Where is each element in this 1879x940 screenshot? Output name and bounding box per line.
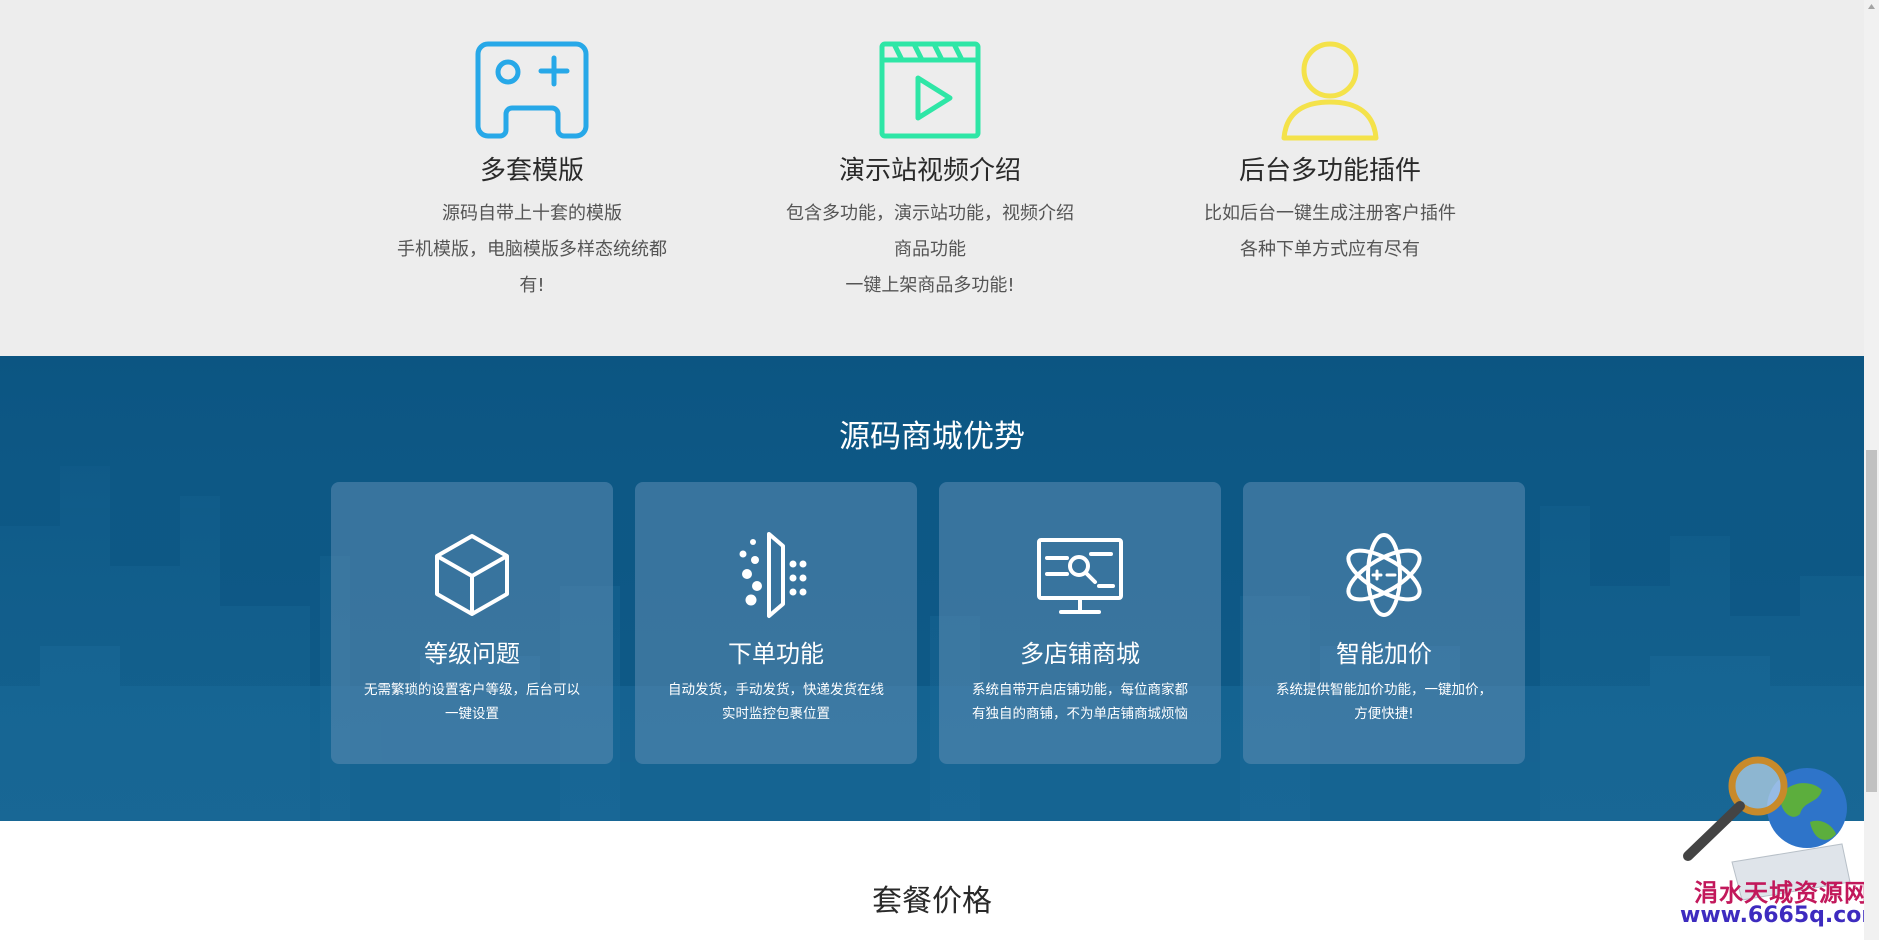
advantage-card-smart-pricing: 智能加价 系统提供智能加价功能，一键加价， 方便快捷! [1243, 482, 1525, 764]
monitor-icon [1037, 538, 1123, 614]
card-line: 有独自的商铺，不为单店铺商城烦恼 [972, 706, 1188, 722]
video-clapper-icon [879, 41, 981, 139]
card-title: 智能加价 [1336, 640, 1432, 668]
card-line: 一键设置 [445, 706, 499, 722]
card-line: 系统提供智能加价功能，一键加价， [1276, 682, 1492, 698]
card-description: 系统自带开启店铺功能，每位商家都 有独自的商铺，不为单店铺商城烦恼 [959, 678, 1201, 726]
cube-icon [435, 534, 509, 616]
features-section: 多套模版 源码自带上十套的模版 手机模版，电脑模版多样态统统都 有! 演示站视频… [0, 0, 1864, 356]
feature-title: 后台多功能插件 [1238, 156, 1421, 186]
advantages-title: 源码商城优势 [839, 419, 1025, 455]
user-icon [1281, 41, 1379, 141]
feature-title: 多套模版 [479, 156, 584, 186]
feature-line: 包含多功能，演示站功能，视频介绍 [786, 203, 1074, 224]
feature-line: 各种下单方式应有尽有 [1240, 239, 1420, 260]
feature-line: 有! [519, 275, 545, 296]
scroll-up-arrow-icon[interactable] [1864, 0, 1879, 15]
card-line: 实时监控包裹位置 [722, 706, 830, 722]
card-description: 无需繁琐的设置客户等级，后台可以 一键设置 [351, 678, 593, 726]
feature-line: 商品功能 [894, 239, 966, 260]
advantage-card-level: 等级问题 无需繁琐的设置客户等级，后台可以 一键设置 [331, 482, 613, 764]
feature-line: 源码自带上十套的模版 [442, 203, 622, 224]
card-line: 系统自带开启店铺功能，每位商家都 [972, 682, 1188, 698]
card-line: 自动发货，手动发货，快递发货在线 [668, 682, 884, 698]
pricing-title: 套餐价格 [872, 884, 992, 919]
feature-line: 比如后台一键生成注册客户插件 [1204, 203, 1456, 224]
card-line: 方便快捷! [1354, 706, 1414, 722]
card-line: 无需繁琐的设置客户等级，后台可以 [364, 682, 580, 698]
feature-description: 包含多功能，演示站功能，视频介绍 商品功能 一键上架商品多功能! [770, 196, 1090, 304]
atom-icon [1346, 533, 1422, 617]
feature-description: 源码自带上十套的模版 手机模版，电脑模版多样态统统都 有! [372, 196, 692, 304]
advantage-card-multistore: 多店铺商城 系统自带开启店铺功能，每位商家都 有独自的商铺，不为单店铺商城烦恼 [939, 482, 1221, 764]
feature-title: 演示站视频介绍 [838, 156, 1021, 186]
gamepad-icon [475, 41, 589, 139]
watermark-url: www.6665q.com [1680, 903, 1879, 928]
card-description: 自动发货，手动发货，快递发货在线 实时监控包裹位置 [655, 678, 897, 726]
scrollbar-thumb[interactable] [1866, 450, 1877, 792]
advantages-section: 源码商城优势 等级问题 无需繁琐的设置客户等级，后台可以 一键设置 下单功能 自… [0, 356, 1864, 821]
card-title: 多店铺商城 [1020, 640, 1140, 668]
advantage-card-order: 下单功能 自动发货，手动发货，快递发货在线 实时监控包裹位置 [635, 482, 917, 764]
feature-description: 比如后台一键生成注册客户插件 各种下单方式应有尽有 [1170, 196, 1490, 268]
card-description: 系统提供智能加价功能，一键加价， 方便快捷! [1263, 678, 1505, 726]
vertical-scrollbar[interactable] [1864, 0, 1879, 940]
feature-line: 一键上架商品多功能! [845, 275, 1015, 296]
card-title: 等级问题 [424, 640, 520, 668]
card-title: 下单功能 [728, 640, 824, 668]
dots-gate-icon [739, 532, 807, 618]
feature-line: 手机模版，电脑模版多样态统统都 [397, 239, 667, 260]
